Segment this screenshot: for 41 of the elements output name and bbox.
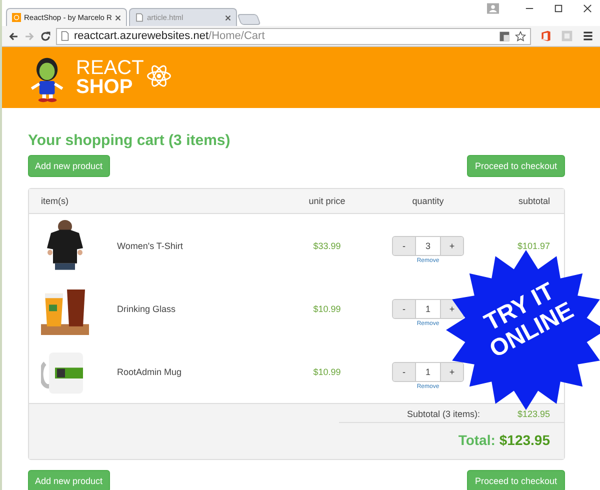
decrement-button[interactable]: - [393,236,415,254]
column-header: quantity [412,196,444,206]
close-icon[interactable] [114,14,121,20]
increment-button[interactable]: + [441,236,463,254]
logo-text: SHOP [76,78,134,96]
reload-icon[interactable] [40,30,51,42]
product-name: Women's T-Shirt [117,240,184,250]
unit-price: $33.99 [313,240,341,250]
quantity-field[interactable]: 1 [415,300,441,318]
office-icon[interactable] [540,30,552,42]
quantity-field[interactable]: 3 [415,236,441,254]
page-icon [61,31,69,41]
close-icon[interactable] [583,4,592,12]
menu-icon[interactable] [582,30,594,42]
row-subtotal: $101.97 [517,240,551,250]
logo-text: REACT [76,58,144,78]
column-header: item(s) [40,196,70,206]
atom-icon [146,62,172,88]
favicon-icon [12,13,21,22]
maximize-icon[interactable] [554,4,563,12]
subtotal-label: Subtotal (3 items): [407,409,480,419]
total-value: $123.95 [499,432,550,448]
close-icon[interactable] [224,14,231,20]
quantity-field[interactable]: 1 [415,362,441,380]
back-arrow-icon[interactable] [8,30,19,42]
decrement-button[interactable]: - [393,362,415,380]
column-header: subtotal [518,196,551,206]
decrement-button[interactable]: - [393,300,415,318]
subtotal-value: $123.95 [517,409,550,419]
unit-price: $10.99 [313,304,341,314]
increment-button[interactable]: + [441,362,463,380]
product-name: Drinking Glass [117,304,177,314]
column-header: unit price [308,196,346,206]
star-icon[interactable] [515,30,526,42]
total-label: Total: [458,432,496,448]
unit-price: $10.99 [313,366,341,376]
translate-icon[interactable] [499,30,510,42]
cart-title: Your shopping cart (3 items) [28,132,232,149]
address-field[interactable]: reactcart.azurewebsites.net/Home/Cart [56,28,531,44]
product-name: RootAdmin Mug [117,366,183,376]
page-icon [134,13,144,22]
